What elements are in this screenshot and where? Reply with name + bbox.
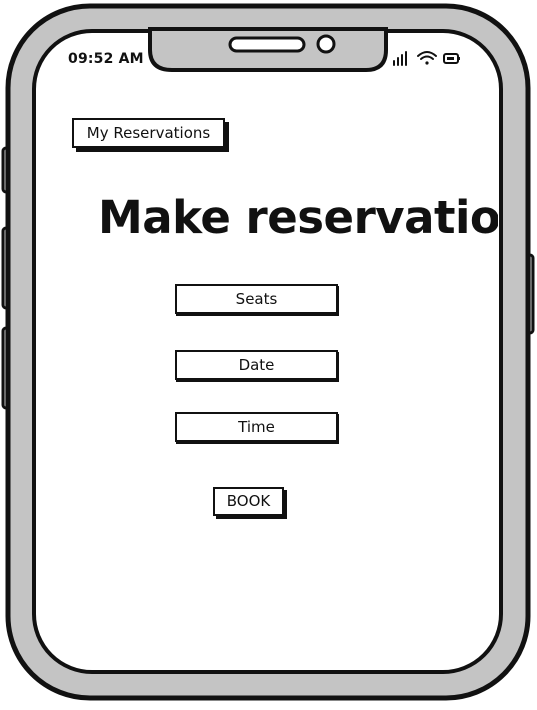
- page-title: Make reservation: [98, 191, 498, 244]
- seats-input[interactable]: [175, 284, 338, 314]
- my-reservations-button[interactable]: My Reservations: [72, 118, 225, 148]
- speaker-grille: [228, 36, 306, 53]
- signal-icon: [393, 51, 407, 66]
- front-camera-icon: [316, 34, 336, 54]
- time-input[interactable]: [175, 412, 338, 442]
- date-input[interactable]: [175, 350, 338, 380]
- status-icons: [393, 51, 460, 66]
- book-button[interactable]: BOOK: [213, 487, 284, 516]
- status-time: 09:52 AM: [68, 51, 144, 67]
- wifi-icon: [417, 51, 437, 65]
- battery-icon: [443, 53, 460, 64]
